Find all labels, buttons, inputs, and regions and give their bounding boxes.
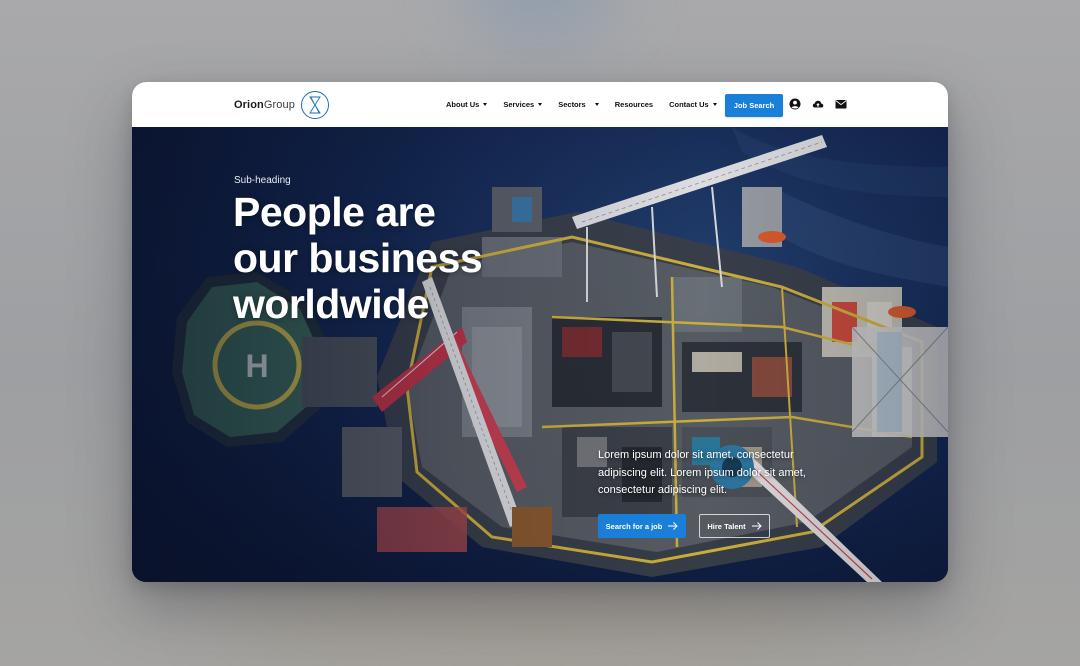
background-glow-bottom [200, 580, 880, 650]
hero-section: H [132, 127, 948, 582]
chevron-down-icon [594, 103, 599, 106]
headline-line: People are [233, 189, 436, 235]
menu-about-us[interactable]: About Us [446, 100, 488, 109]
cloud-upload-icon[interactable] [812, 98, 824, 110]
headline-line: worldwide [233, 281, 429, 327]
hero-description: Lorem ipsum dolor sit amet, consectetur … [598, 449, 806, 496]
user-icon[interactable] [789, 98, 801, 110]
menu-services[interactable]: Services [503, 100, 543, 109]
arrow-right-icon [668, 522, 679, 530]
main-menu: About Us Services Sectors Resources Cont… [446, 82, 733, 127]
top-navigation-bar: OrionGroup About Us Services Sectors Res… [132, 82, 948, 127]
hourglass-logo-icon [300, 91, 329, 119]
hero-headline: People are our business worldwide [233, 189, 553, 327]
background-glow-top [470, 0, 610, 30]
button-label: Hire Talent [707, 521, 746, 531]
arrow-right-icon [751, 522, 762, 530]
hero-subheading: Sub-heading [234, 175, 291, 186]
menu-resources[interactable]: Resources [615, 100, 653, 109]
headline-line: our business [233, 235, 483, 281]
brand-wordmark: OrionGroup [234, 99, 295, 111]
chevron-down-icon [483, 103, 488, 106]
job-search-button[interactable]: Job Search [725, 94, 783, 117]
chevron-down-icon [712, 103, 717, 106]
brand-logo[interactable]: OrionGroup [234, 90, 330, 120]
hire-talent-button[interactable]: Hire Talent [699, 514, 770, 538]
mail-icon[interactable] [835, 98, 847, 110]
menu-contact-us[interactable]: Contact Us [669, 100, 717, 109]
search-for-job-button[interactable]: Search for a job [598, 514, 686, 538]
button-label: Search for a job [605, 521, 663, 531]
chevron-down-icon [538, 103, 543, 106]
website-preview-card: OrionGroup About Us Services Sectors Res… [132, 82, 948, 582]
menu-sectors[interactable]: Sectors [558, 100, 599, 109]
